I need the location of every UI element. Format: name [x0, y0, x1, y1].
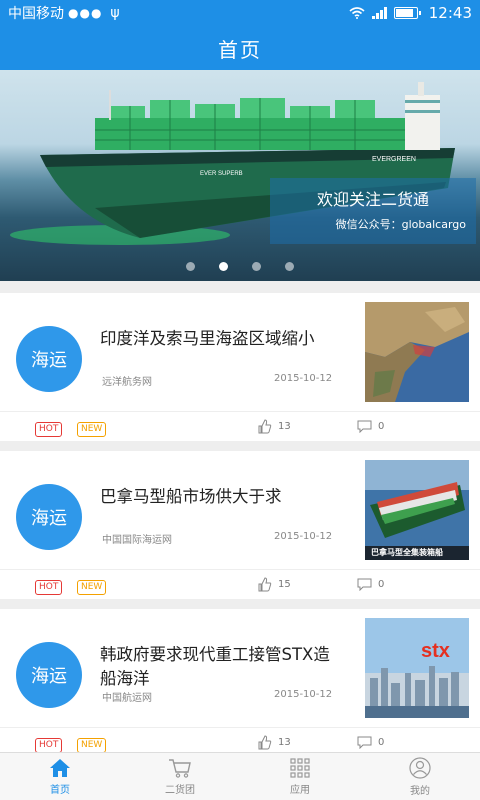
category-badge: 海运 [16, 484, 82, 550]
carousel-indicator [0, 262, 480, 271]
page-title: 首页 [218, 37, 262, 62]
like-count: 15 [278, 579, 291, 590]
nav-label: 我的 [410, 785, 430, 797]
article-date: 2015-10-12 [274, 531, 333, 542]
thumbs-up-icon [258, 419, 272, 434]
notification-dots-icon: ●●● [68, 6, 103, 20]
banner-caption-title: 欢迎关注二货通 [316, 190, 429, 209]
carousel-dot[interactable] [285, 262, 294, 271]
list-item[interactable]: 海运 巴拿马型船市场供大于求 中国国际海运网 2015-10-12 巴拿马型全集… [0, 451, 480, 599]
bottom-nav: 首页 二货团 应用 我的 [0, 752, 480, 800]
article-meta-row: HOT NEW 15 0 [0, 569, 480, 599]
list-item[interactable]: 海运 印度洋及索马里海盗区域缩小 远洋航务网 2015-10-12 HOT NE… [0, 293, 480, 441]
title-bar: 首页 [0, 26, 480, 70]
clock: 12:43 [428, 4, 472, 22]
article-title: 巴拿马型船市场供大于求 [100, 487, 282, 506]
hot-tag: HOT [35, 422, 63, 437]
comment-button[interactable]: 0 [357, 420, 384, 433]
article-date: 2015-10-12 [274, 373, 333, 384]
banner-caption-subtitle: 微信公众号：globalcargo [335, 218, 466, 231]
article-source: 中国国际海运网 [102, 535, 172, 546]
like-count: 13 [278, 421, 291, 432]
comment-count: 0 [378, 737, 385, 748]
nav-label: 二货团 [165, 784, 195, 796]
nav-label: 应用 [290, 784, 310, 796]
article-list: 海运 印度洋及索马里海盗区域缩小 远洋航务网 2015-10-12 HOT NE… [0, 293, 480, 767]
carousel-dot[interactable] [186, 262, 195, 271]
banner-carousel[interactable]: EVERGREEN EVER SUPERB 欢迎关注二货通 微信公众号：glob… [0, 70, 480, 281]
comment-icon [357, 420, 372, 433]
hot-tag: HOT [35, 580, 63, 595]
new-tag: NEW [77, 738, 107, 753]
article-title: 印度洋及索马里海盗区域缩小 [100, 329, 315, 348]
category-badge: 海运 [16, 642, 82, 708]
nav-profile[interactable]: 我的 [360, 753, 480, 800]
signal-icon [371, 7, 387, 19]
new-tag: NEW [77, 580, 107, 595]
wifi-icon [349, 7, 365, 19]
ship-name-label: EVER SUPERB [200, 171, 243, 177]
nav-group-buy[interactable]: 二货团 [120, 753, 240, 800]
article-title: 韩政府要求现代重工接管STX造船海洋 [100, 645, 330, 688]
carousel-dot[interactable] [252, 262, 261, 271]
article-source: 远洋航务网 [102, 377, 152, 388]
battery-icon [393, 7, 421, 19]
like-button[interactable]: 15 [257, 577, 291, 592]
ship-hull-label: EVERGREEN [372, 156, 416, 163]
carousel-dot[interactable] [219, 262, 228, 271]
comment-button[interactable]: 0 [357, 736, 384, 749]
app-root: 中国移动 ●●● ψ 12:43 首页 EVERGREEN EVER SUPER… [0, 0, 480, 800]
stx-logo: stx [421, 640, 450, 662]
comment-icon [357, 578, 372, 591]
carrier-name: 中国移动 [8, 6, 64, 22]
thumbs-up-icon [258, 735, 272, 750]
like-button[interactable]: 13 [257, 419, 291, 434]
comment-count: 0 [378, 421, 385, 432]
comment-count: 0 [378, 579, 385, 590]
nav-apps[interactable]: 应用 [240, 753, 360, 800]
thumbnail-caption: 巴拿马型全集装箱船 [371, 548, 443, 557]
grid-icon [290, 757, 310, 778]
usb-icon: ψ [110, 5, 120, 21]
cart-icon [169, 758, 191, 778]
article-thumbnail-city: stx [365, 618, 469, 718]
like-button[interactable]: 13 [257, 735, 291, 750]
status-bar: 中国移动 ●●● ψ 12:43 [0, 0, 480, 26]
new-tag: NEW [77, 422, 107, 437]
category-badge: 海运 [16, 326, 82, 392]
article-date: 2015-10-12 [274, 689, 333, 700]
banner-caption: 欢迎关注二货通 微信公众号：globalcargo [270, 178, 476, 244]
user-icon [409, 756, 431, 779]
nav-home[interactable]: 首页 [0, 753, 120, 800]
container-ship-image: EVERGREEN EVER SUPERB [10, 82, 455, 245]
article-thumbnail-map [365, 302, 469, 402]
article-thumbnail-ship: 巴拿马型全集装箱船 [365, 460, 469, 560]
like-count: 13 [278, 737, 291, 748]
article-meta-row: HOT NEW 13 0 [0, 411, 480, 441]
hot-tag: HOT [35, 738, 63, 753]
nav-label: 首页 [50, 784, 70, 796]
home-icon [50, 758, 70, 777]
thumbs-up-icon [258, 577, 272, 592]
list-item[interactable]: 海运 韩政府要求现代重工接管STX造船海洋 中国航运网 2015-10-12 s… [0, 609, 480, 757]
article-source: 中国航运网 [102, 693, 152, 704]
comment-icon [357, 736, 372, 749]
comment-button[interactable]: 0 [357, 578, 384, 591]
